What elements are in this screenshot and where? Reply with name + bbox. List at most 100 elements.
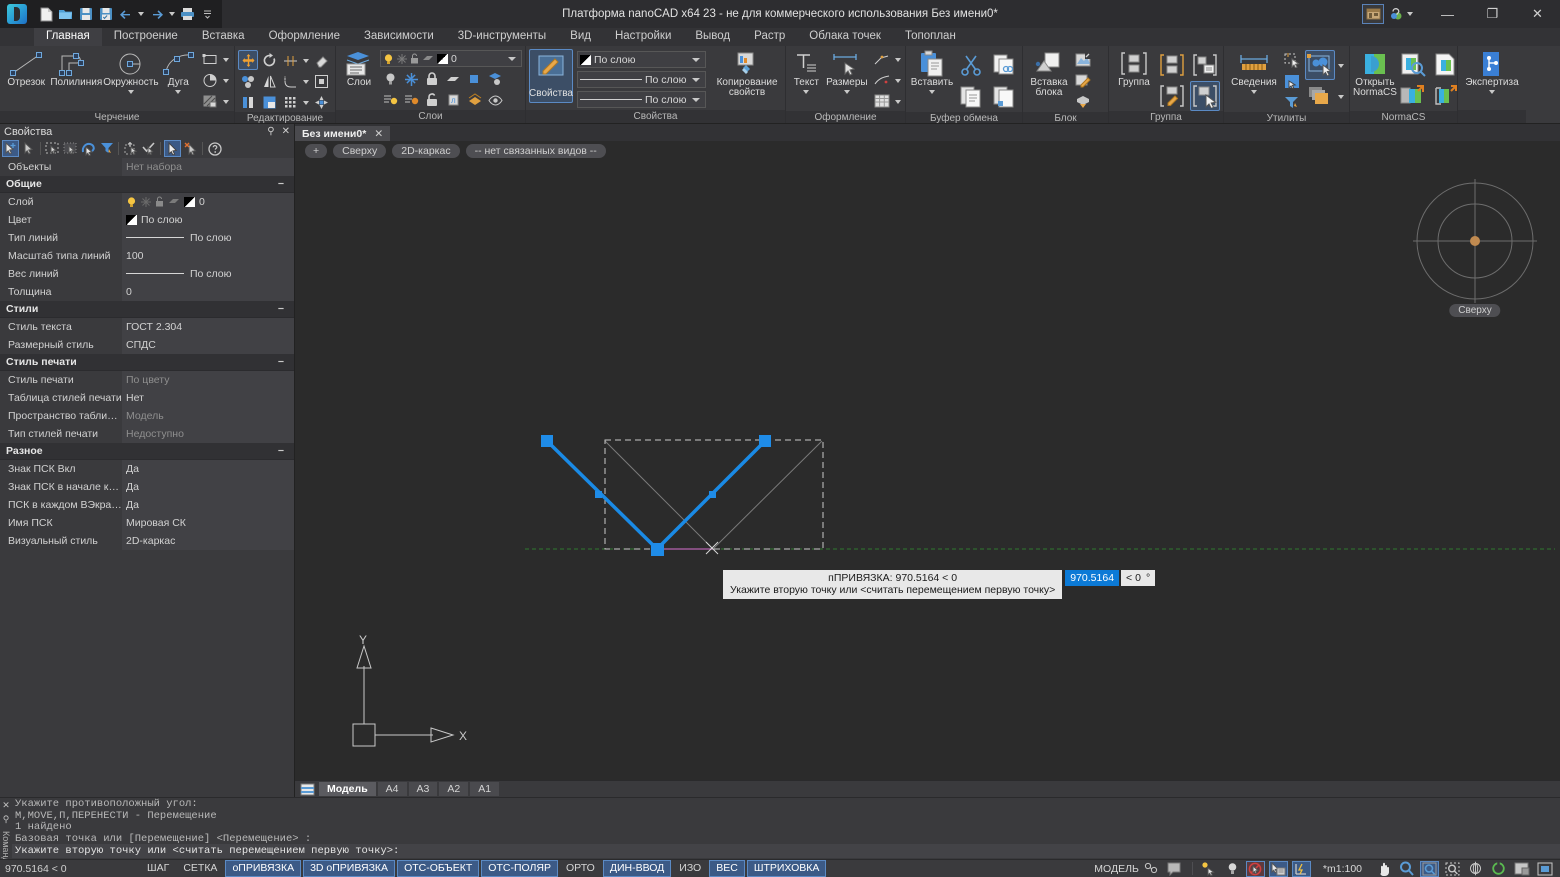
tab-glavnaya[interactable]: Главная — [34, 28, 102, 46]
paste-dropdown-icon[interactable] — [929, 90, 935, 94]
open-folder-icon[interactable] — [56, 3, 75, 25]
tab-nastroyki[interactable]: Настройки — [603, 28, 683, 46]
tab-vyvod[interactable]: Вывод — [683, 28, 742, 46]
pick-single-icon[interactable] — [20, 140, 37, 157]
orbit-icon[interactable] — [1466, 861, 1485, 877]
property-group-raznoe[interactable]: Разное− — [0, 443, 294, 460]
status-toggle-iso[interactable]: ИЗО — [673, 861, 707, 876]
stretch-icon[interactable] — [238, 92, 258, 112]
paperspace-toggle-icon[interactable] — [1143, 861, 1162, 877]
help-icon[interactable] — [206, 140, 223, 157]
pie-dropdown-icon[interactable] — [221, 70, 231, 90]
layers-button[interactable]: Слои — [339, 49, 379, 88]
dimension-dropdown-icon[interactable] — [844, 90, 850, 94]
color-combo[interactable]: По слою — [577, 51, 706, 68]
layout-tab-a2[interactable]: A2 — [439, 782, 468, 796]
mirror-icon[interactable] — [259, 71, 279, 91]
pin-icon[interactable]: ⚲ — [267, 126, 274, 137]
property-row-tsvet[interactable]: Цвет По слою — [0, 211, 294, 229]
rectangle-icon[interactable] — [200, 49, 220, 69]
tab-postroenie[interactable]: Построение — [102, 28, 190, 46]
layout-tab-a3[interactable]: A3 — [409, 782, 438, 796]
array-icon[interactable] — [280, 92, 300, 112]
tab-vstavka[interactable]: Вставка — [190, 28, 257, 46]
restore-button[interactable]: ❐ — [1470, 0, 1515, 28]
workspace-icon[interactable] — [1362, 4, 1384, 24]
tab-oformlenie[interactable]: Оформление — [257, 28, 352, 46]
property-row-tip-liniy[interactable]: Тип линий По слою — [0, 229, 294, 247]
arc-dropdown-icon[interactable] — [175, 90, 181, 94]
layout-tab-a1[interactable]: A1 — [470, 782, 499, 796]
leader-icon[interactable] — [872, 49, 892, 69]
multileader-icon[interactable] — [872, 70, 892, 90]
document-tab-close-icon[interactable]: ✕ — [374, 128, 383, 140]
block-editor-icon[interactable] — [1073, 50, 1093, 70]
save-as-icon[interactable] — [96, 3, 115, 25]
layer-freeze-icon[interactable] — [401, 69, 421, 89]
fillet-dropdown-icon[interactable] — [301, 71, 310, 91]
dynamic-input-angle-field[interactable]: < 0 ° — [1121, 570, 1155, 586]
property-row-znak-psk-nachalo[interactable]: Знак ПСК в начале коор... Да — [0, 478, 294, 496]
view-direction-button[interactable]: Сверху — [333, 144, 386, 158]
select-all-icon[interactable] — [122, 140, 139, 157]
rotate-icon[interactable] — [259, 50, 279, 70]
copy-link-icon[interactable] — [989, 50, 1019, 80]
command-input[interactable]: Укажите вторую точку или <считать переме… — [12, 844, 1560, 858]
hatch-dropdown-icon[interactable] — [221, 91, 231, 111]
property-row-razmerny-stil[interactable]: Размерный стиль СПДС — [0, 336, 294, 354]
select-similar-icon[interactable] — [1282, 71, 1302, 91]
layer-color-icon[interactable] — [464, 69, 484, 89]
zoom-window-icon[interactable] — [1420, 861, 1439, 877]
paste-special-icon[interactable] — [989, 82, 1019, 112]
tab-topoplan[interactable]: Топоплан — [893, 28, 968, 46]
match-properties-button[interactable]: Копирование свойств — [712, 49, 782, 98]
property-row-tablitsa-stiley[interactable]: Таблица стилей печати Нет — [0, 389, 294, 407]
table-dropdown-icon[interactable] — [893, 91, 902, 111]
expertise-dropdown-icon[interactable] — [1489, 90, 1495, 94]
circle-button[interactable]: Окружность — [103, 49, 158, 94]
lasso-select-icon[interactable] — [80, 140, 97, 157]
property-row-stil-teksta[interactable]: Стиль текста ГОСТ 2.304 — [0, 318, 294, 336]
isolate-objects-icon[interactable] — [1246, 861, 1265, 877]
explode-icon[interactable] — [311, 92, 331, 112]
status-toggle-osnap[interactable]: оПРИВЯЗКА — [225, 860, 301, 877]
refresh-icon[interactable] — [1489, 861, 1508, 877]
dynamic-input-distance-field[interactable]: 970.5164 — [1065, 570, 1119, 586]
normacs-doc-icon[interactable] — [1431, 50, 1461, 80]
erase-icon[interactable] — [311, 50, 331, 70]
crossing-select-icon[interactable] — [62, 140, 79, 157]
copy-icon[interactable] — [956, 82, 986, 112]
edit-attributes-icon[interactable] — [1073, 71, 1093, 91]
redo-icon[interactable] — [147, 3, 166, 25]
window-select-icon[interactable] — [44, 140, 61, 157]
group-button[interactable]: Группа — [1112, 49, 1156, 88]
status-toggle-hatch[interactable]: ШТРИХОВКА — [747, 860, 827, 877]
pie-icon[interactable] — [200, 70, 220, 90]
property-group-obshchie[interactable]: Общие− — [0, 176, 294, 193]
fullscreen-icon[interactable] — [1535, 861, 1554, 877]
status-toggle-polar[interactable]: ОТС-ПОЛЯР — [481, 860, 558, 877]
property-row-znak-psk-vkl[interactable]: Знак ПСК Вкл Да — [0, 460, 294, 478]
layer-off-others-icon[interactable] — [380, 90, 400, 110]
dynamic-input[interactable]: пПРИВЯЗКА: 970.5164 < 0 Укажите вторую т… — [723, 570, 1155, 599]
table-icon[interactable] — [872, 91, 892, 111]
insert-block-button[interactable]: Вставка блока — [1026, 49, 1072, 98]
pick-add-icon[interactable] — [2, 140, 19, 157]
layer-view-icon[interactable] — [485, 90, 505, 110]
save-icon[interactable] — [76, 3, 95, 25]
status-toggle-lineweight[interactable]: ВЕС — [709, 860, 745, 877]
layer-previous-icon[interactable] — [464, 90, 484, 110]
minimize-button[interactable]: — — [1425, 0, 1470, 28]
new-file-icon[interactable] — [36, 3, 55, 25]
scale-icon[interactable] — [311, 71, 331, 91]
layer-lock-icon[interactable] — [422, 69, 442, 89]
filter-icon[interactable] — [1282, 92, 1302, 112]
annotation-visibility-icon[interactable] — [1200, 861, 1219, 877]
trim-icon[interactable] — [280, 50, 300, 70]
fillet-icon[interactable] — [280, 71, 300, 91]
polyline-button[interactable]: Полилиния — [50, 49, 102, 88]
circle-dropdown-icon[interactable] — [128, 90, 134, 94]
rectangle-dropdown-icon[interactable] — [221, 49, 231, 69]
status-toggle-grid[interactable]: СЕТКА — [177, 861, 223, 876]
group-create-icon[interactable] — [1157, 50, 1187, 80]
